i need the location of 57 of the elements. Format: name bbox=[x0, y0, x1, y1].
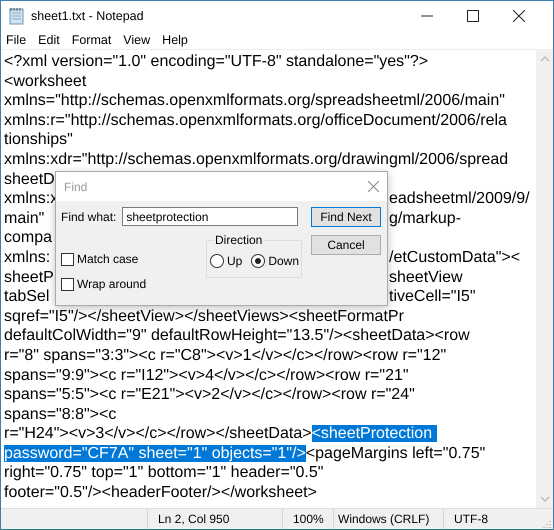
text-line: <pageMargins left="0.75" bbox=[306, 444, 486, 462]
text-line: xmlns:xdr="http://schemas.openxmlformats.org/drawingml/2006/spread bbox=[4, 150, 508, 168]
text-line: eadsheetml/2009/9/ bbox=[389, 189, 531, 209]
checkbox[interactable] bbox=[61, 278, 74, 290]
menu-item[interactable]: File bbox=[6, 32, 26, 46]
status-text: UTF-8 bbox=[453, 511, 489, 528]
text-line: sheetView bbox=[389, 268, 464, 288]
text-line: /etCustomData">< bbox=[389, 248, 522, 268]
text-line: compa bbox=[4, 228, 54, 248]
text-line: xmlns="http://schemas.openxmlformats.org/spreadsheetml/2006/main" bbox=[4, 92, 505, 110]
status-text: Ln 2, Col 950 bbox=[148, 509, 283, 529]
radio-button[interactable] bbox=[251, 254, 266, 268]
text-line: footer="0.5"/><headerFooter/></worksheet> bbox=[4, 484, 317, 502]
menu-item[interactable]: Format bbox=[72, 32, 112, 46]
text-line: defaultColWidth="9" defaultRowHeight="13.5"/><sheetData><row bbox=[4, 327, 470, 344]
text-line: <worksheet bbox=[4, 72, 86, 90]
direction-label: Direction bbox=[214, 233, 264, 247]
text-line: <?xml version="1.0" encoding="UTF-8" standalone="yes"?> bbox=[4, 53, 428, 70]
text-line: r="8" spans="3:3"><c r="C8"><v>1</v></c></row><row r="12" bbox=[4, 346, 446, 364]
text-line: tionships" bbox=[4, 131, 73, 148]
text-line: r="H24"><v>3</v></c></row></sheetData> bbox=[4, 425, 312, 442]
checkbox[interactable] bbox=[61, 252, 74, 266]
text-line: tiveCell="I5" bbox=[389, 287, 477, 307]
text-line: g/markup- bbox=[389, 208, 462, 228]
resize-grip-icon[interactable] bbox=[542, 520, 551, 529]
text-line: right="0.75" top="1" bottom="1" header="0.5" bbox=[4, 464, 324, 482]
text-line: spans="9:9"><c r="I12"><v>4</v></c></row><row r="21" bbox=[4, 366, 409, 384]
text-line: xmlns: bbox=[4, 248, 52, 268]
checkbox-label: Match case bbox=[77, 252, 138, 266]
find-what-label: Find what: bbox=[61, 210, 116, 224]
radio-button[interactable] bbox=[210, 254, 224, 268]
checkbox-label: Wrap around bbox=[77, 277, 146, 291]
selected-text: <sheetProtection bbox=[312, 425, 437, 442]
text-line: sqref="I5"/></sheetView></sheetViews><sheetFormatPr bbox=[4, 308, 404, 325]
maximize-icon[interactable] bbox=[467, 10, 479, 22]
menu-item[interactable]: Edit bbox=[38, 32, 60, 46]
text-line: spans="5:5"><c r="E21"><v>2</v></c></row><row r="24" bbox=[4, 386, 415, 404]
text-line: tabSel bbox=[4, 287, 50, 307]
text-line: spans="8:8"><c bbox=[4, 406, 116, 423]
cancel-button[interactable]: Cancel bbox=[311, 235, 381, 255]
menu-item[interactable]: Help bbox=[162, 32, 188, 46]
radio-label: Down bbox=[268, 254, 300, 268]
text-line: xmlns:r="http://schemas.openxmlformats.org/officeDocument/2006/rela bbox=[4, 112, 507, 129]
find-next-button[interactable]: Find Next bbox=[311, 207, 381, 227]
menu-item[interactable]: View bbox=[123, 32, 150, 46]
notepad-icon bbox=[9, 6, 25, 24]
dialog-title: Find bbox=[64, 180, 88, 194]
find-what-field[interactable]: sheetprotection bbox=[122, 207, 298, 226]
status-text: 100% bbox=[283, 509, 334, 529]
close-icon[interactable] bbox=[513, 10, 525, 22]
text-line: main" bbox=[4, 208, 46, 228]
text-line: sheetD bbox=[4, 170, 54, 190]
radio-label: Up bbox=[227, 254, 242, 268]
selected-text: password="CF7A" sheet="1" objects="1"/> bbox=[4, 444, 306, 462]
window-title: sheet1.txt - Notepad bbox=[31, 8, 144, 22]
text-line: sheetP bbox=[4, 268, 54, 288]
status-text: Windows (CRLF) bbox=[334, 509, 444, 529]
